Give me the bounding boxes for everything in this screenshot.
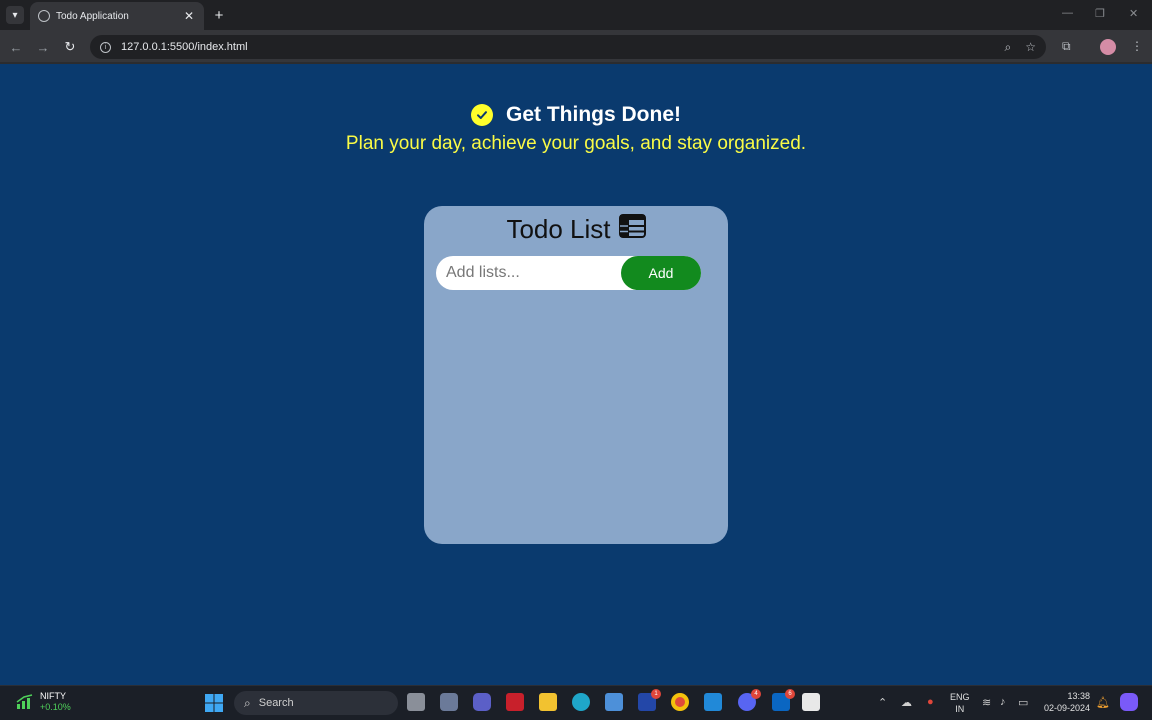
microphone-icon[interactable]: ● <box>927 696 934 708</box>
hero-section: Get Things Done! Plan your day, achieve … <box>0 103 1152 155</box>
region-code: IN <box>955 704 965 714</box>
onedrive-cloud-icon[interactable]: ☁ <box>901 696 912 709</box>
new-tab-button[interactable]: + <box>210 6 228 24</box>
ms-store-icon[interactable] <box>605 693 623 711</box>
volume-icon[interactable]: ♪ <box>1000 696 1006 708</box>
forward-icon[interactable]: → <box>35 39 51 55</box>
discord-icon[interactable]: 4 <box>738 689 761 711</box>
battery-icon[interactable]: ▭ <box>1018 696 1028 709</box>
search-label: Search <box>258 697 294 709</box>
language-code: ENG <box>950 692 970 702</box>
browser-toolbar: ← → ↻ i 127.0.0.1:5500/index.html ⌕ ☆ ⧉ … <box>0 30 1152 64</box>
tab-close-icon[interactable]: ✕ <box>182 9 196 23</box>
language-indicator[interactable]: ENG IN <box>950 691 970 715</box>
add-button[interactable]: Add <box>621 256 701 290</box>
ticker-change: +0.10% <box>40 702 71 712</box>
windows-start-icon[interactable] <box>205 694 223 712</box>
heading-text: Get Things Done! <box>506 103 681 126</box>
teams-icon[interactable] <box>473 693 491 711</box>
camera-app-icon[interactable] <box>440 693 458 711</box>
profile-avatar[interactable] <box>1100 39 1116 55</box>
tab-title: Todo Application <box>56 10 129 22</box>
notification-bell-icon[interactable]: 🔔︎ <box>1096 696 1110 709</box>
office-app-icon[interactable]: 1 <box>638 689 661 711</box>
minimize-icon[interactable]: — <box>1062 7 1073 19</box>
check-circle-icon <box>471 104 493 126</box>
task-view-icon[interactable] <box>407 693 425 711</box>
back-icon[interactable]: ← <box>8 39 24 55</box>
wifi-icon[interactable]: ≋ <box>982 696 991 709</box>
card-title-text: Todo List <box>506 214 611 244</box>
system-clock[interactable]: 13:38 02-09-2024 <box>1040 690 1090 714</box>
todo-card: Todo List Add <box>424 206 728 544</box>
clock-time: 13:38 <box>1067 691 1090 701</box>
page-heading: Get Things Done! <box>471 103 681 127</box>
office-badge: 1 <box>651 689 661 699</box>
edge-browser-icon[interactable] <box>572 693 590 711</box>
browser-menu-icon[interactable]: ⋮ <box>1131 39 1143 53</box>
browser-tab-strip: ▾ Todo Application ✕ + — ❐ ✕ <box>0 0 1152 30</box>
copilot-icon[interactable] <box>1120 693 1138 711</box>
linkedin-badge: 6 <box>785 689 795 699</box>
extensions-icon[interactable]: ⧉ <box>1062 39 1071 54</box>
reload-icon[interactable]: ↻ <box>62 39 78 55</box>
globe-icon <box>38 10 50 22</box>
address-bar[interactable]: i 127.0.0.1:5500/index.html ⌕ ☆ <box>90 35 1046 59</box>
tray-overflow-icon[interactable]: ⌃ <box>878 696 887 709</box>
add-todo-row: Add <box>436 256 701 290</box>
discord-badge: 4 <box>751 689 761 699</box>
linkedin-icon[interactable]: 6 <box>772 689 795 711</box>
url-text[interactable]: 127.0.0.1:5500/index.html <box>121 41 991 53</box>
ticker-name: NIFTY <box>40 691 66 701</box>
chart-up-icon <box>16 694 33 709</box>
page-subheading: Plan your day, achieve your goals, and s… <box>345 133 807 154</box>
windows-taskbar: NIFTY +0.10% ⌕ Search 1 4 6 ⌃ ☁ ● ENG IN… <box>0 685 1152 720</box>
search-icon: ⌕ <box>244 695 251 710</box>
card-title: Todo List <box>424 214 728 245</box>
tab-search-dropdown-icon[interactable]: ▾ <box>6 6 24 24</box>
bookmark-star-icon[interactable]: ☆ <box>1025 40 1036 54</box>
list-table-icon <box>618 214 646 245</box>
stock-ticker-widget[interactable]: NIFTY +0.10% <box>16 691 71 713</box>
mcafee-icon[interactable] <box>506 693 524 711</box>
vscode-icon[interactable] <box>704 693 722 711</box>
clock-date: 02-09-2024 <box>1043 703 1090 713</box>
browser-tab[interactable]: Todo Application ✕ <box>30 2 204 30</box>
snipping-tool-icon[interactable] <box>802 693 820 711</box>
taskbar-search[interactable]: ⌕ Search <box>234 691 398 715</box>
restore-icon[interactable]: ❐ <box>1095 7 1105 20</box>
file-explorer-icon[interactable] <box>539 693 557 711</box>
close-window-icon[interactable]: ✕ <box>1129 7 1138 20</box>
chrome-icon[interactable] <box>671 693 689 711</box>
zoom-icon[interactable]: ⌕ <box>1005 40 1012 55</box>
site-info-icon[interactable]: i <box>100 41 111 53</box>
